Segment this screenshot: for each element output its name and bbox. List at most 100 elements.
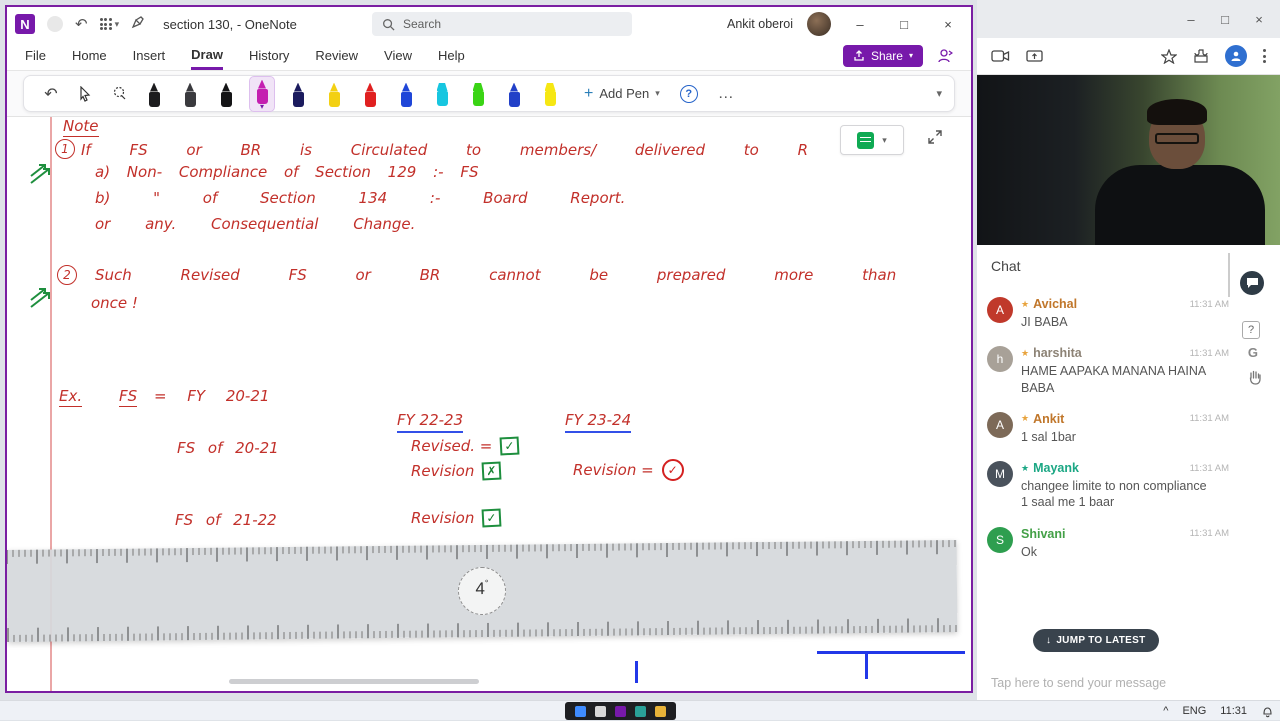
question-button[interactable]: ? [1242, 321, 1260, 339]
search-icon [383, 18, 395, 31]
timestamp: 11:31 AM [1189, 298, 1229, 310]
pen-red[interactable] [358, 80, 382, 108]
tab-help[interactable]: Help [438, 43, 465, 68]
gif-button[interactable]: G [1248, 345, 1258, 360]
pen-black-2[interactable] [214, 80, 238, 108]
lasso-select-icon[interactable] [104, 79, 134, 109]
sender-name: Shivani [1021, 526, 1066, 541]
undo-tool-icon[interactable]: ↶ [36, 79, 66, 109]
pen-navy[interactable] [286, 80, 310, 108]
raise-hand-button[interactable] [1247, 369, 1263, 390]
clock[interactable]: 11:31 [1220, 705, 1247, 717]
tab-insert[interactable]: Insert [133, 43, 166, 68]
account-avatar[interactable] [807, 12, 831, 36]
camera-icon[interactable] [991, 49, 1010, 63]
browser-menu-icon[interactable] [1263, 49, 1266, 63]
browser-window-controls: – □ × [977, 0, 1280, 38]
presenter-body [1095, 165, 1265, 245]
add-pen-button[interactable]: + Add Pen ▾ [584, 85, 660, 103]
pen-black[interactable] [142, 80, 166, 108]
browser-close-button[interactable]: × [1244, 12, 1274, 27]
tab-history[interactable]: History [249, 43, 289, 68]
tray-expand-icon[interactable]: ^ [1163, 705, 1168, 717]
meet-person-icon[interactable] [937, 48, 953, 64]
ink-note-heading: Note [63, 117, 99, 137]
tab-share-icon[interactable] [1026, 49, 1043, 63]
jump-to-latest-button[interactable]: ↓ JUMP TO LATEST [1033, 629, 1159, 652]
ink-ex-label: Ex. [59, 387, 83, 407]
ink-line1: If FS or BR is Circulated to members/ de… [81, 141, 809, 159]
ink-fy-23-24: FY 23-24 [565, 411, 632, 433]
chevron-down-icon: ▾ [908, 51, 913, 60]
sticky-note-icon [857, 131, 875, 149]
ink-fs-20-21: FS of 20-21 [177, 439, 279, 457]
browser-minimize-button[interactable]: – [1176, 12, 1206, 27]
notification-bell-icon[interactable] [1261, 705, 1274, 718]
tab-review[interactable]: Review [315, 43, 358, 68]
taskbar-app-icon[interactable] [635, 705, 646, 717]
timestamp: 11:31 AM [1189, 347, 1229, 359]
sticky-note-button[interactable]: ▾ [840, 125, 904, 155]
add-pen-label: Add Pen [599, 86, 650, 101]
down-arrow-icon: ↓ [1046, 635, 1052, 646]
presenter-glasses [1155, 133, 1199, 144]
taskbar-app-icon[interactable] [615, 705, 626, 717]
chat-bubble-button[interactable] [1240, 271, 1264, 295]
tab-view[interactable]: View [384, 43, 412, 68]
tab-file[interactable]: File [25, 43, 46, 68]
draw-toolbar-strip: ↶ ▾ + Add Pen ▾ ? … ▾ [7, 71, 971, 117]
undo-icon[interactable]: ↶ [75, 15, 88, 33]
select-pointer-icon[interactable] [70, 79, 100, 109]
quick-access-grid-button[interactable]: ▾ [99, 18, 119, 30]
chat-input[interactable]: Tap here to send your message [991, 676, 1166, 690]
language-indicator[interactable]: ENG [1182, 705, 1206, 717]
pen-yellow[interactable] [322, 80, 346, 108]
note-canvas[interactable]: Note ▾ 1 If FS or BR is Circulated to me… [7, 117, 971, 691]
taskbar-app-icon[interactable] [575, 705, 586, 717]
maximize-button[interactable]: □ [889, 17, 919, 32]
avatar: A [987, 411, 1013, 438]
browser-restore-button[interactable]: □ [1210, 12, 1240, 27]
highlighter-green[interactable] [466, 80, 490, 107]
pen-blue[interactable] [394, 80, 418, 108]
share-button[interactable]: Share ▾ [842, 44, 923, 67]
green-checkbox-check: ✓ [499, 436, 520, 456]
chat-scrollbar[interactable] [1228, 253, 1230, 297]
tab-home[interactable]: Home [72, 43, 107, 68]
bookmark-star-icon[interactable] [1161, 48, 1177, 64]
collapse-toolbar-icon[interactable]: ▾ [936, 87, 942, 100]
ink-ex-fs: FS [119, 387, 138, 407]
search-input[interactable]: Search [372, 12, 632, 36]
hand-icon [1249, 370, 1261, 385]
tab-draw[interactable]: Draw [191, 42, 223, 70]
horizontal-scrollbar[interactable] [229, 679, 479, 684]
member-star-icon: ★ [1021, 347, 1030, 358]
pen-dark-gray[interactable] [178, 80, 202, 108]
taskbar-app-icon[interactable] [655, 705, 666, 717]
ruler-degree-sign: ° [484, 577, 489, 588]
taskbar-app-icon[interactable] [595, 705, 606, 717]
pen-blue-2[interactable] [502, 80, 526, 108]
ruler-angle-dial[interactable]: 4 ° [457, 566, 507, 616]
grid-icon [99, 18, 112, 30]
pen-magenta-selected[interactable]: ▾ [249, 75, 275, 112]
quick-access-pen-button[interactable] [131, 15, 145, 34]
minimize-button[interactable]: – [845, 17, 875, 32]
avatar: A [987, 297, 1013, 323]
ruler-tool[interactable]: 4 ° [7, 540, 958, 642]
highlighter-cyan[interactable] [430, 80, 454, 107]
help-button[interactable]: ? [679, 84, 698, 103]
avatar: h [987, 346, 1013, 373]
highlighter-yellow[interactable] [538, 80, 562, 107]
expand-icon[interactable] [927, 129, 943, 145]
profile-avatar[interactable] [1225, 45, 1247, 67]
ink-line1b: b) " of Section 134 :- Board Report. [95, 189, 626, 207]
member-star-icon: ★ [1021, 462, 1030, 473]
blue-ink-tick [865, 653, 868, 679]
green-arrow-icon [30, 164, 50, 184]
message-text: Ok [1021, 544, 1037, 559]
close-button[interactable]: × [933, 17, 963, 32]
green-checkbox-check: ✓ [481, 508, 502, 528]
extensions-puzzle-icon[interactable] [1193, 48, 1209, 64]
more-options-button[interactable]: … [718, 85, 735, 103]
